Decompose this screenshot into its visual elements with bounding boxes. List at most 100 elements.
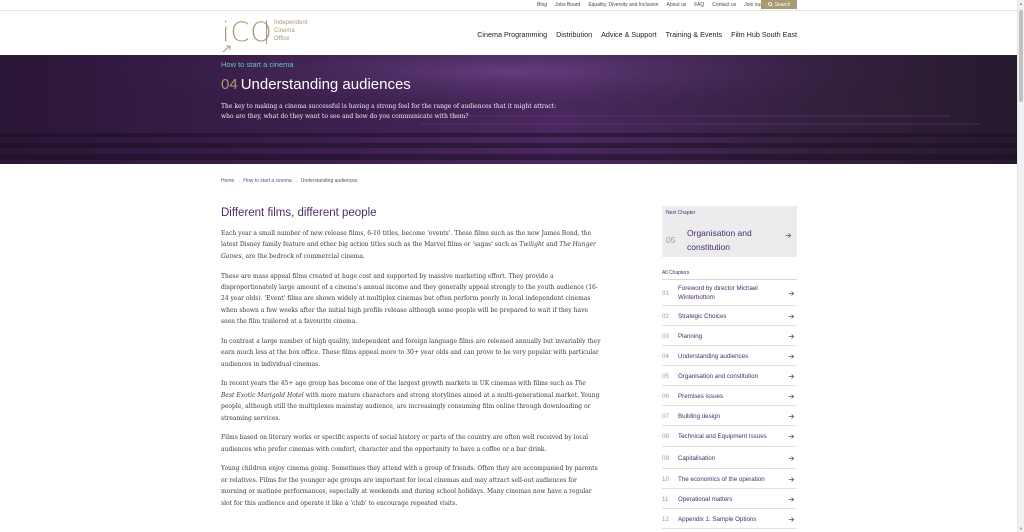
- ico-logo[interactable]: iCO Independent Cinema Office: [222, 17, 324, 53]
- chapter-item[interactable]: 08 Technical and Equipment Issues: [662, 426, 797, 447]
- hero-section-link[interactable]: How to start a cinema: [221, 60, 294, 69]
- utility-link-contact[interactable]: Contact us: [712, 2, 736, 8]
- breadcrumb-current: Understanding audiences: [300, 178, 358, 184]
- page-title: 04 Understanding audiences: [221, 76, 411, 93]
- page-scrollbar[interactable]: ▲ ▼: [1017, 0, 1024, 532]
- article-body: Different films, different people Each y…: [221, 207, 601, 517]
- chapter-number: 04: [662, 352, 669, 360]
- chapter-number: 11: [662, 495, 669, 503]
- chapter-number: 12: [662, 515, 669, 523]
- chapter-number: 09: [662, 454, 669, 462]
- arrow-right-icon: [788, 313, 795, 319]
- breadcrumb-section[interactable]: How to start a cinema: [243, 178, 291, 184]
- chapter-number: 07: [662, 412, 669, 420]
- arrow-right-icon: [788, 373, 795, 379]
- arrow-right-icon: [788, 393, 795, 399]
- arrow-right-icon: [788, 413, 795, 419]
- utility-link-jobs-board[interactable]: Jobs Board: [555, 2, 580, 8]
- next-chapter-title: Organisation and constitution: [687, 228, 752, 252]
- arrow-right-icon: [788, 434, 795, 439]
- chapter-title: Foreword by director Michael Winterbotto…: [678, 285, 758, 301]
- chapter-title: Understanding audiences: [678, 352, 749, 360]
- chapter-title: Understanding audiences: [240, 76, 411, 93]
- utility-link-blog[interactable]: Blog: [537, 2, 547, 8]
- chapter-number: 05: [662, 372, 669, 380]
- breadcrumb-home[interactable]: Home: [221, 178, 234, 184]
- utility-link-faq[interactable]: FAQ: [694, 2, 704, 8]
- chapter-title: Organisation and constitution: [678, 372, 759, 380]
- logo-divider: [266, 20, 267, 44]
- arrow-right-icon: [788, 333, 795, 339]
- chapter-title: Appendix 1: Sample Options: [678, 515, 757, 523]
- chapter-title: Premises issues: [678, 392, 724, 400]
- chapter-title: Building design: [678, 412, 720, 420]
- utility-link-about[interactable]: About us: [667, 2, 687, 8]
- logo-arrow-icon: [222, 45, 231, 53]
- chapter-number: 03: [662, 332, 669, 340]
- article-paragraph: In recent years the 45+ age group has be…: [221, 380, 600, 422]
- chapter-title: Operational matters: [678, 495, 733, 503]
- logo-line-1: Independent: [274, 20, 308, 26]
- chapter-item[interactable]: 04 Understanding audiences: [662, 346, 797, 366]
- search-label: Search: [774, 1, 791, 8]
- chapter-item[interactable]: 11 Operational matters: [662, 489, 797, 509]
- search-button[interactable]: Search: [761, 0, 797, 9]
- nav-advice-support[interactable]: Advice & Support: [601, 30, 657, 39]
- utility-links: Blog Jobs Board Equality, Diversity and …: [537, 0, 787, 10]
- chapter-item[interactable]: 09 Capitalisation: [662, 447, 797, 469]
- arrow-right-icon: [788, 496, 795, 502]
- article-paragraph: Films based on literary works or specifi…: [221, 434, 589, 453]
- chapter-item[interactable]: 01 Foreword by director Michael Winterbot…: [662, 280, 797, 306]
- chapter-title: The economics of the operation: [678, 475, 765, 483]
- chapter-number: 02: [662, 312, 669, 320]
- next-chapter-label: Next Chapter: [666, 210, 696, 216]
- site-header: iCO Independent Cinema Office Cinema Pro…: [0, 10, 1017, 54]
- nav-cinema-programming[interactable]: Cinema Programming: [477, 30, 547, 39]
- chapter-item[interactable]: 03 Planning: [662, 326, 797, 346]
- arrow-right-icon: [785, 233, 792, 238]
- chapter-number: 04: [221, 76, 238, 93]
- utility-link-equality[interactable]: Equality, Diversity and Inclusion: [588, 2, 658, 8]
- logo-wordmark: Independent Cinema Office: [274, 19, 324, 43]
- chapter-title: Planning: [678, 332, 703, 340]
- search-icon: [767, 2, 773, 7]
- breadcrumb-arrow-icon: →: [236, 178, 242, 184]
- article-paragraph: Each year a small number of new release …: [221, 230, 596, 260]
- logo-line-3: Office: [274, 36, 290, 42]
- chapter-title: Strategic Choices: [678, 312, 727, 320]
- chapter-item[interactable]: 02 Strategic Choices: [662, 306, 797, 326]
- arrow-right-icon: [788, 455, 795, 461]
- nav-training-events[interactable]: Training & Events: [666, 30, 722, 39]
- chapter-item[interactable]: 12 Appendix 1: Sample Options: [662, 509, 797, 529]
- all-chapters-list: All Chapters 01 Foreword by director Mich…: [662, 270, 797, 529]
- article-heading: Different films, different people: [221, 207, 377, 219]
- chapter-item[interactable]: 05 Organisation and constitution: [662, 366, 797, 386]
- breadcrumb-arrow-icon: →: [293, 178, 299, 184]
- arrow-right-icon: [788, 290, 795, 296]
- scroll-up-arrow-icon[interactable]: ▲: [1018, 0, 1024, 7]
- all-chapters-label: All Chapters: [662, 270, 797, 280]
- article-paragraph: In contrast a large number of high quali…: [221, 337, 601, 368]
- scrollbar-thumb[interactable]: [1019, 10, 1023, 102]
- next-chapter-card[interactable]: Next Chapter 05 Organisation and constit…: [662, 206, 797, 257]
- article-paragraph: Young children enjoy cinema going. Somet…: [221, 465, 598, 507]
- arrow-right-icon: [788, 353, 795, 359]
- scroll-down-arrow-icon[interactable]: ▼: [1018, 525, 1024, 532]
- chapter-title: Technical and Equipment Issues: [678, 433, 767, 440]
- chapter-item[interactable]: 10 The economics of the operation: [662, 469, 797, 489]
- arrow-right-icon: [788, 516, 795, 522]
- breadcrumb: Home → How to start a cinema → Understan…: [221, 178, 357, 184]
- chapter-item[interactable]: 06 Premises issues: [662, 386, 797, 406]
- nav-distribution[interactable]: Distribution: [556, 30, 592, 39]
- hero-banner: How to start a cinema 04 Understanding au…: [0, 55, 1017, 164]
- chapter-number: 06: [662, 392, 669, 400]
- chapter-number: 01: [662, 289, 669, 297]
- chapter-number: 10: [662, 475, 669, 483]
- logo-line-2: Cinema: [274, 28, 295, 34]
- utility-bar: Blog Jobs Board Equality, Diversity and …: [0, 0, 1017, 10]
- hero-description: The key to making a cinema successful is…: [221, 103, 557, 120]
- chapter-title: Capitalisation: [678, 454, 716, 462]
- nav-film-hub-south-east[interactable]: Film Hub South East: [731, 30, 797, 39]
- next-chapter-number: 05: [666, 235, 676, 245]
- chapter-item[interactable]: 07 Building design: [662, 406, 797, 426]
